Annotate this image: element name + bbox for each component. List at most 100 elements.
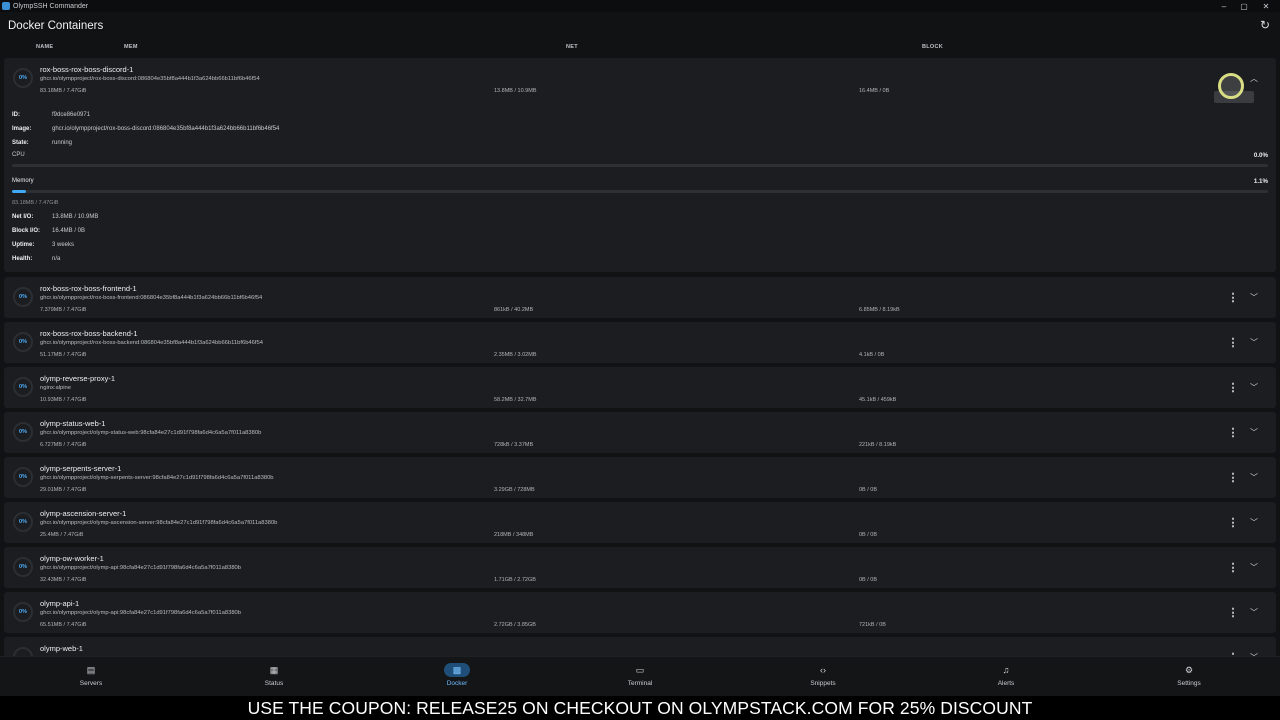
docker-icon: ▩ (444, 663, 470, 677)
container-image: ghcr.io/olympproject/olymp-api:98cfa84e2… (40, 610, 241, 616)
terminal-icon: ▭ (635, 665, 645, 675)
container-net: 3.29GB / 728MB (494, 487, 535, 493)
more-vert-icon[interactable]: ⋮ (1227, 380, 1239, 396)
cpu-ring: 0% (13, 602, 33, 622)
nav-label: Snippets (810, 680, 836, 687)
container-net: 861kB / 40.2MB (494, 307, 534, 313)
container-image: ghcr.io/olympproject/rox-boss-frontend:0… (40, 295, 263, 301)
cpu-ring (13, 647, 33, 656)
more-vert-icon[interactable]: ⋮ (1227, 515, 1239, 531)
container-net: 728kB / 3.37MB (494, 442, 534, 448)
detail-label-health: Health: (12, 256, 33, 262)
container-card[interactable]: 0% olymp-reverse-proxy-1 nginx:alpine 10… (4, 367, 1276, 408)
container-card[interactable]: 0% olymp-api-1 ghcr.io/olympproject/olym… (4, 592, 1276, 633)
container-block: 16.4MB / 0B (859, 88, 890, 94)
container-name: olymp-reverse-proxy-1 (40, 374, 116, 383)
container-row[interactable]: 0% rox-boss-rox-boss-discord-1 ghcr.io/o… (4, 58, 1276, 103)
container-block: 0B / 0B (859, 487, 878, 493)
more-vert-icon[interactable]: ⋮ (1227, 425, 1239, 441)
more-vert-icon[interactable]: ⋮ (1227, 560, 1239, 576)
nav-status[interactable]: ▦ Status (229, 657, 319, 697)
container-mem: 7.379MB / 7.47GiB (40, 307, 87, 313)
chevron-down-icon[interactable]: ﹀ (1248, 380, 1260, 396)
container-card[interactable]: 0% rox-boss-rox-boss-frontend-1 ghcr.io/… (4, 277, 1276, 318)
chevron-down-icon[interactable]: ﹀ (1248, 515, 1260, 531)
column-header-name: NAME (36, 44, 54, 50)
nav-settings[interactable]: ⚙ Settings (1144, 657, 1234, 697)
container-card[interactable]: 0% olymp-ascension-server-1 ghcr.io/olym… (4, 502, 1276, 543)
detail-netio: 13.8MB / 10.9MB (52, 214, 99, 220)
container-card[interactable]: 0% olymp-ow-worker-1 ghcr.io/olympprojec… (4, 547, 1276, 588)
container-card[interactable]: 0% olymp-status-web-1 ghcr.io/olympproje… (4, 412, 1276, 453)
more-vert-icon[interactable]: ⋮ (1227, 605, 1239, 621)
window-titlebar: OlympSSH Commander – ▢ ✕ (0, 0, 1280, 12)
cpu-bar (12, 164, 1268, 167)
nav-snippets[interactable]: ‹› Snippets (778, 657, 868, 697)
container-net: 58.2MB / 32.7MB (494, 397, 537, 403)
detail-health: n/a (52, 256, 61, 262)
container-block: 721kB / 0B (859, 622, 886, 628)
container-name: olymp-web-1 (40, 644, 83, 653)
nav-label: Servers (79, 680, 103, 687)
server-icon: ▤ (86, 665, 96, 675)
chevron-down-icon[interactable]: ﹀ (1248, 470, 1260, 486)
chevron-up-icon[interactable]: ︿ (1248, 71, 1260, 87)
container-mem: 10.93MB / 7.47GiB (40, 397, 87, 403)
chevron-down-icon[interactable]: ﹀ (1248, 290, 1260, 306)
page-title: Docker Containers (8, 20, 104, 32)
maximize-icon[interactable]: ▢ (1234, 0, 1254, 12)
nav-terminal[interactable]: ▭ Terminal (595, 657, 685, 697)
container-card-expanded: 0% rox-boss-rox-boss-discord-1 ghcr.io/o… (4, 58, 1276, 272)
container-mem: 6.727MB / 7.47GiB (40, 442, 87, 448)
container-net: 218MB / 348MB (494, 532, 534, 538)
window-title: OlympSSH Commander (13, 2, 89, 10)
bottom-navigation: ▤ Servers ▦ Status ▩ Docker ▭ Terminal ‹› Sni… (0, 656, 1280, 696)
container-block: 0B / 0B (859, 532, 878, 538)
cpu-ring: 0% (13, 68, 33, 88)
cpu-ring: 0% (13, 287, 33, 307)
grid-icon: ▦ (269, 665, 279, 675)
container-name: rox-boss-rox-boss-discord-1 (40, 65, 134, 74)
container-block: 0B / 0B (859, 577, 878, 583)
more-vert-icon[interactable]: ⋮ (1227, 290, 1239, 306)
nav-docker[interactable]: ▩ Docker (412, 657, 502, 697)
nav-servers[interactable]: ▤ Servers (46, 657, 136, 697)
detail-label-blockio: Block I/O: (12, 228, 41, 234)
nav-alerts[interactable]: ♫ Alerts (961, 657, 1051, 697)
close-icon[interactable]: ✕ (1256, 0, 1276, 12)
container-name: rox-boss-rox-boss-backend-1 (40, 329, 138, 338)
detail-label-id: ID: (12, 112, 20, 118)
nav-label: Status (264, 680, 284, 687)
container-name: olymp-api-1 (40, 599, 80, 608)
container-card[interactable]: olymp-web-1 ⋮ ﹀ (4, 637, 1276, 656)
container-name: olymp-ascension-server-1 (40, 509, 127, 518)
detail-label-cpu: CPU (12, 152, 25, 158)
promo-banner: USE THE COUPON: RELEASE25 ON CHECKOUT ON… (0, 696, 1280, 720)
refresh-icon[interactable]: ↻ (1258, 18, 1272, 32)
container-net: 13.8MB / 10.9MB (494, 88, 537, 94)
nav-label: Settings (1177, 680, 1201, 687)
container-image: ghcr.io/olympproject/olymp-status-web:98… (40, 430, 262, 436)
container-card[interactable]: 0% rox-boss-rox-boss-backend-1 ghcr.io/o… (4, 322, 1276, 363)
gear-icon: ⚙ (1184, 665, 1194, 675)
cpu-ring: 0% (13, 467, 33, 487)
more-vert-icon[interactable]: ⋮ (1227, 335, 1239, 351)
app-logo-icon (2, 2, 10, 10)
container-name: olymp-ow-worker-1 (40, 554, 104, 563)
app-header: Docker Containers (0, 12, 1280, 40)
chevron-down-icon[interactable]: ﹀ (1248, 605, 1260, 621)
more-vert-icon[interactable]: ⋮ (1227, 470, 1239, 486)
container-list: 0% rox-boss-rox-boss-discord-1 ghcr.io/o… (4, 56, 1276, 656)
minimize-icon[interactable]: – (1214, 0, 1234, 12)
container-mem: 25.4MB / 7.47GiB (40, 532, 84, 538)
detail-blockio: 16.4MB / 0B (52, 228, 86, 234)
chevron-down-icon[interactable]: ﹀ (1248, 425, 1260, 441)
container-image: ghcr.io/olympproject/rox-boss-backend:08… (40, 340, 263, 346)
container-name: rox-boss-rox-boss-frontend-1 (40, 284, 137, 293)
chevron-down-icon[interactable]: ﹀ (1248, 335, 1260, 351)
cpu-ring: 0% (13, 557, 33, 577)
nav-label: Terminal (627, 680, 653, 687)
container-image: ghcr.io/olympproject/olymp-serpents-serv… (40, 475, 274, 481)
container-card[interactable]: 0% olymp-serpents-server-1 ghcr.io/olymp… (4, 457, 1276, 498)
chevron-down-icon[interactable]: ﹀ (1248, 560, 1260, 576)
